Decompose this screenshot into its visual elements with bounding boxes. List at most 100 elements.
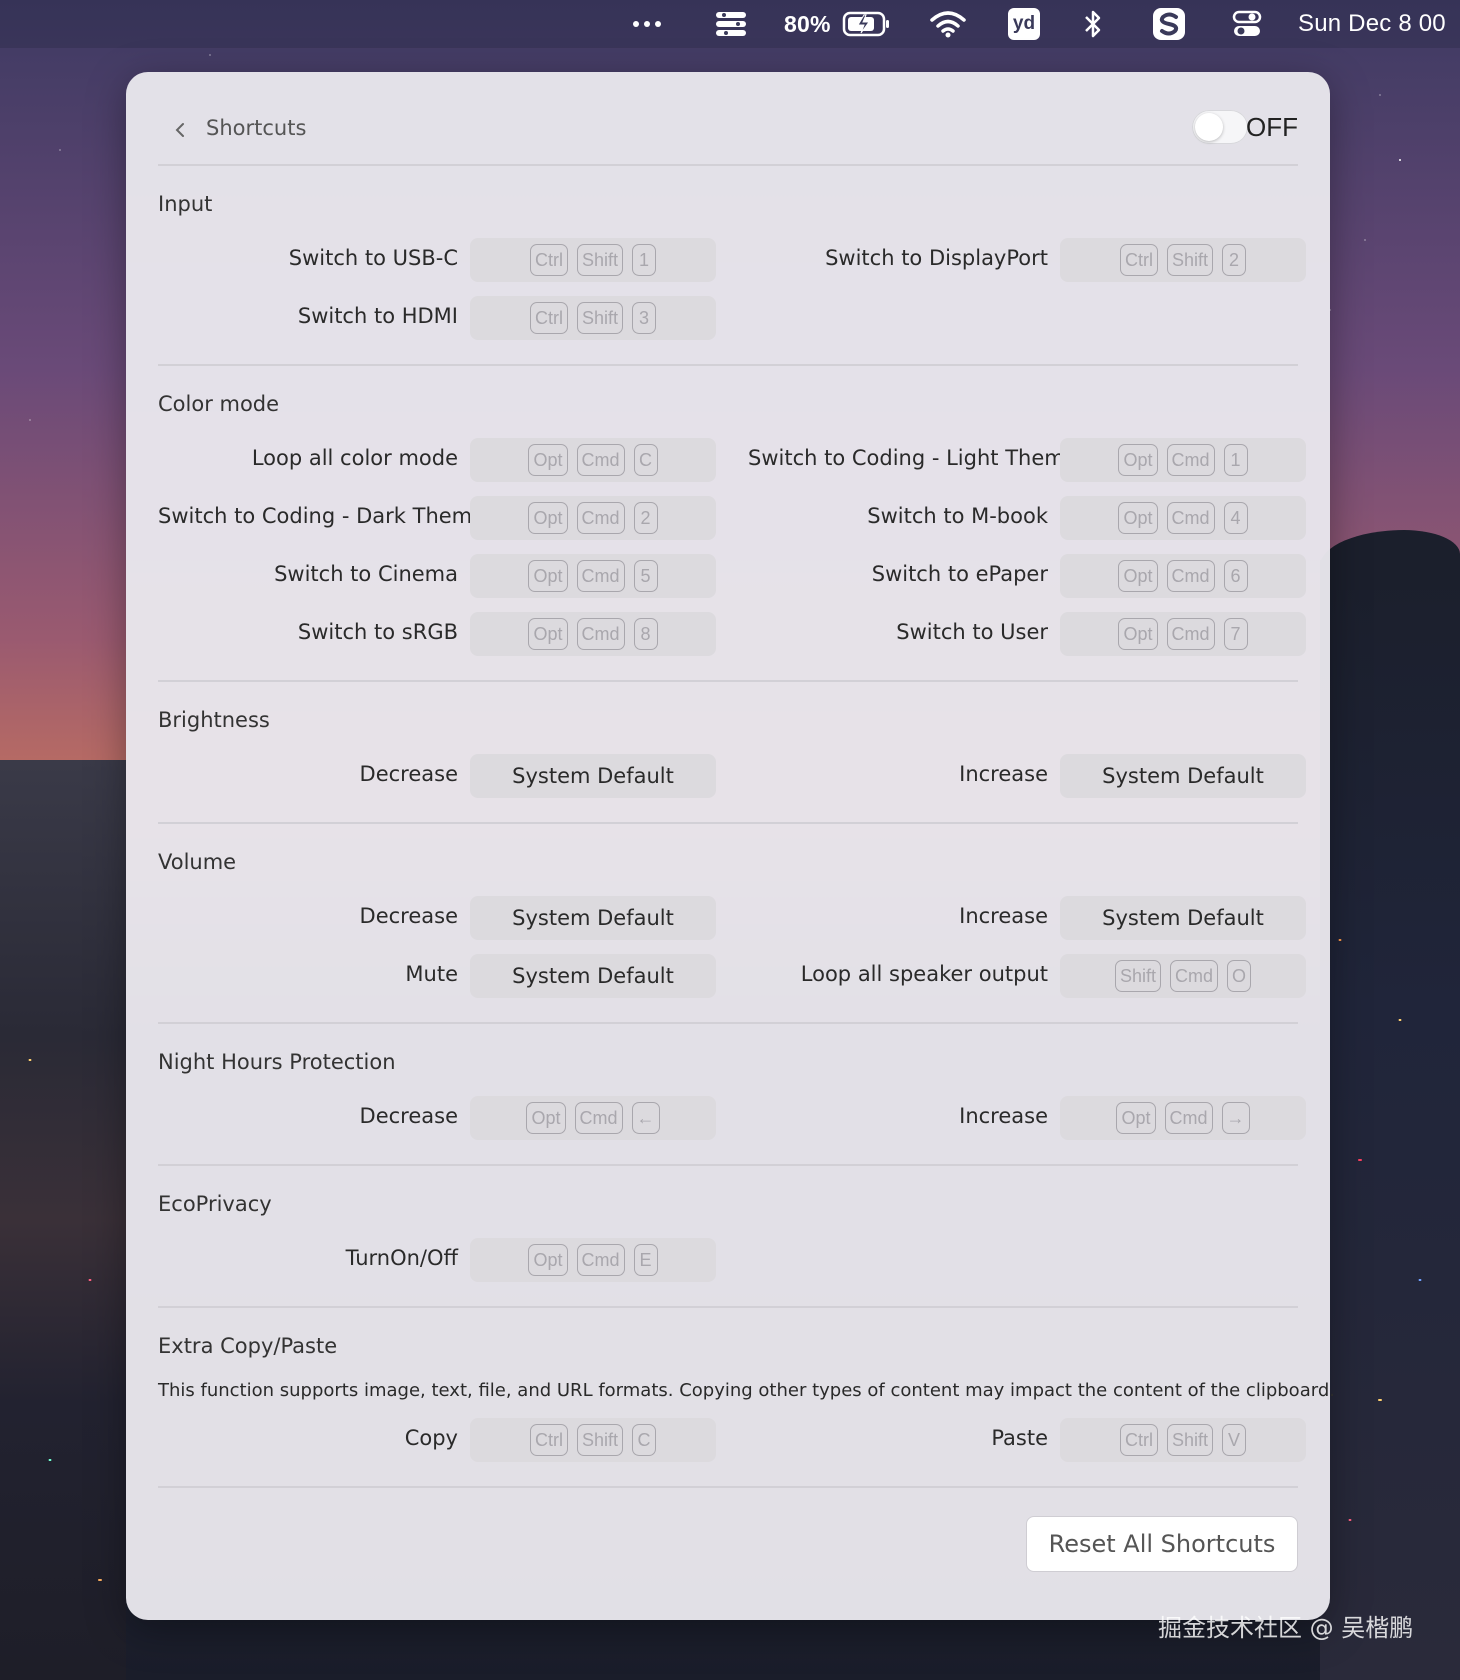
key-cap: O [1227, 960, 1252, 992]
shortcut-label: Mute [405, 962, 458, 986]
key-cap: Cmd [1170, 960, 1219, 992]
section-title: Volume [158, 850, 237, 874]
section-brightness: Brightness Decrease System Default Incre… [158, 680, 1306, 824]
shortcut-label: Switch to USB-C [288, 246, 458, 270]
shortcut-field-srgb[interactable]: Opt Cmd 8 [470, 612, 716, 656]
key-cap: Shift [576, 1424, 624, 1456]
key-cap: 3 [632, 302, 657, 334]
shortcut-field-paste[interactable]: Ctrl Shift V [1060, 1418, 1306, 1462]
shortcut-field-coding-light[interactable]: Opt Cmd 1 [1060, 438, 1306, 482]
shortcut-field-user[interactable]: Opt Cmd 7 [1060, 612, 1306, 656]
shortcut-field-volume-decrease[interactable]: System Default [470, 896, 716, 940]
display-icon[interactable] [714, 0, 748, 48]
key-cap: C [633, 444, 658, 476]
shortcut-label: Decrease [359, 762, 458, 786]
shortcut-field-mute[interactable]: System Default [470, 954, 716, 998]
key-cap: Cmd [574, 1102, 623, 1134]
section-title: Night Hours Protection [158, 1050, 396, 1074]
key-cap: 2 [633, 502, 658, 534]
shortcut-label: Switch to M-book [867, 504, 1048, 528]
key-cap: C [632, 1424, 657, 1456]
shortcut-label: Loop all speaker output [800, 962, 1048, 986]
menubar-clock: Sun Dec 8 00 [1298, 10, 1446, 37]
key-cap: Opt [1118, 502, 1158, 534]
shortcuts-panel: Shortcuts OFF Input Switch to USB-C Ctrl… [126, 72, 1335, 1620]
section-ecoprivacy: EcoPrivacy TurnOn/Off Opt Cmd E [158, 1164, 1298, 1308]
section-title: Input [158, 192, 213, 216]
key-cap: 4 [1223, 502, 1248, 534]
shortcut-field-cinema[interactable]: Opt Cmd 5 [470, 554, 716, 598]
shortcut-label: Switch to DisplayPort [825, 246, 1048, 270]
key-cap: Shift [1166, 1424, 1214, 1456]
toggle-knob [1195, 113, 1223, 141]
shortcut-field-coding-dark[interactable]: Opt Cmd 2 [470, 496, 716, 540]
more-icon[interactable] [632, 0, 662, 48]
key-cap: Cmd [576, 560, 625, 592]
key-cap: Cmd [1164, 1102, 1213, 1134]
section-title: Brightness [158, 708, 270, 732]
shortcut-field-night-increase[interactable]: Opt Cmd → [1060, 1096, 1306, 1140]
system-default-value: System Default [512, 764, 674, 788]
section-title: Color mode [158, 392, 280, 416]
shortcut-label: Switch to ePaper [871, 562, 1048, 586]
shortcut-label: Switch to HDMI [297, 304, 458, 328]
wifi-icon[interactable] [930, 0, 966, 48]
key-cap: Cmd [576, 444, 625, 476]
battery-icon[interactable] [842, 0, 892, 48]
key-cap: 5 [633, 560, 658, 592]
wallpaper-city-left [0, 760, 126, 1680]
menu-bar: 80% yd Sun Dec 8 00 [0, 0, 1460, 48]
control-center-icon[interactable] [1232, 0, 1262, 48]
section-input: Input Switch to USB-C Ctrl Shift 1 Switch … [158, 164, 1306, 366]
shortcut-field-loop-color-mode[interactable]: Opt Cmd C [470, 438, 716, 482]
key-cap: Opt [1116, 1102, 1156, 1134]
shortcut-field-hdmi[interactable]: Ctrl Shift 3 [470, 296, 716, 340]
shortcut-field-brightness-increase[interactable]: System Default [1060, 754, 1306, 798]
key-cap: 6 [1223, 560, 1248, 592]
key-cap: Cmd [1166, 618, 1215, 650]
key-cap: E [633, 1244, 658, 1276]
key-cap: Cmd [576, 1244, 625, 1276]
key-cap: 1 [1223, 444, 1248, 476]
shortcut-label: Increase [959, 762, 1048, 786]
key-cap: Shift [1166, 244, 1214, 276]
key-cap: Cmd [1166, 502, 1215, 534]
shortcut-field-ecoprivacy-toggle[interactable]: Opt Cmd E [470, 1238, 716, 1282]
key-cap: Opt [528, 502, 568, 534]
shortcut-field-epaper[interactable]: Opt Cmd 6 [1060, 554, 1306, 598]
shortcut-field-volume-increase[interactable]: System Default [1060, 896, 1306, 940]
s-app-icon[interactable] [1152, 0, 1186, 48]
shortcut-field-m-book[interactable]: Opt Cmd 4 [1060, 496, 1306, 540]
back-chevron-icon[interactable] [170, 118, 190, 142]
key-cap: Shift [1114, 960, 1161, 992]
key-cap: V [1222, 1424, 1247, 1456]
bluetooth-icon[interactable] [1082, 0, 1104, 48]
key-cap: Opt [528, 618, 568, 650]
section-volume: Volume Decrease System Default Increase … [158, 822, 1306, 1024]
system-default-value: System Default [512, 906, 674, 930]
shortcut-field-copy[interactable]: Ctrl Shift C [470, 1418, 716, 1462]
key-cap: ← [631, 1102, 660, 1134]
shortcut-label: Paste [991, 1426, 1048, 1450]
page-title: Shortcuts [206, 116, 307, 140]
shortcut-field-brightness-decrease[interactable]: System Default [470, 754, 716, 798]
youdao-icon[interactable]: yd [1008, 0, 1040, 48]
shortcuts-toggle[interactable] [1192, 110, 1248, 144]
wallpaper-city-lights-right [1320, 900, 1460, 1680]
shortcut-field-usb-c[interactable]: Ctrl Shift 1 [470, 238, 716, 282]
key-cap: Cmd [576, 502, 625, 534]
key-cap: Opt [528, 444, 568, 476]
key-cap: Opt [528, 560, 568, 592]
shortcut-label: Increase [959, 1104, 1048, 1128]
shortcut-field-night-decrease[interactable]: Opt Cmd ← [470, 1096, 716, 1140]
key-cap: Shift [576, 302, 624, 334]
shortcut-label: Copy [404, 1426, 458, 1450]
shortcut-field-loop-speaker[interactable]: Shift Cmd O [1060, 954, 1306, 998]
key-cap: 1 [632, 244, 657, 276]
section-title: Extra Copy/Paste [158, 1334, 338, 1358]
key-cap: → [1221, 1102, 1250, 1134]
reset-all-shortcuts-button[interactable]: Reset All Shortcuts [1026, 1516, 1298, 1572]
shortcut-field-displayport[interactable]: Ctrl Shift 2 [1060, 238, 1306, 282]
key-cap: Opt [1118, 444, 1158, 476]
system-default-value: System Default [1102, 906, 1264, 930]
